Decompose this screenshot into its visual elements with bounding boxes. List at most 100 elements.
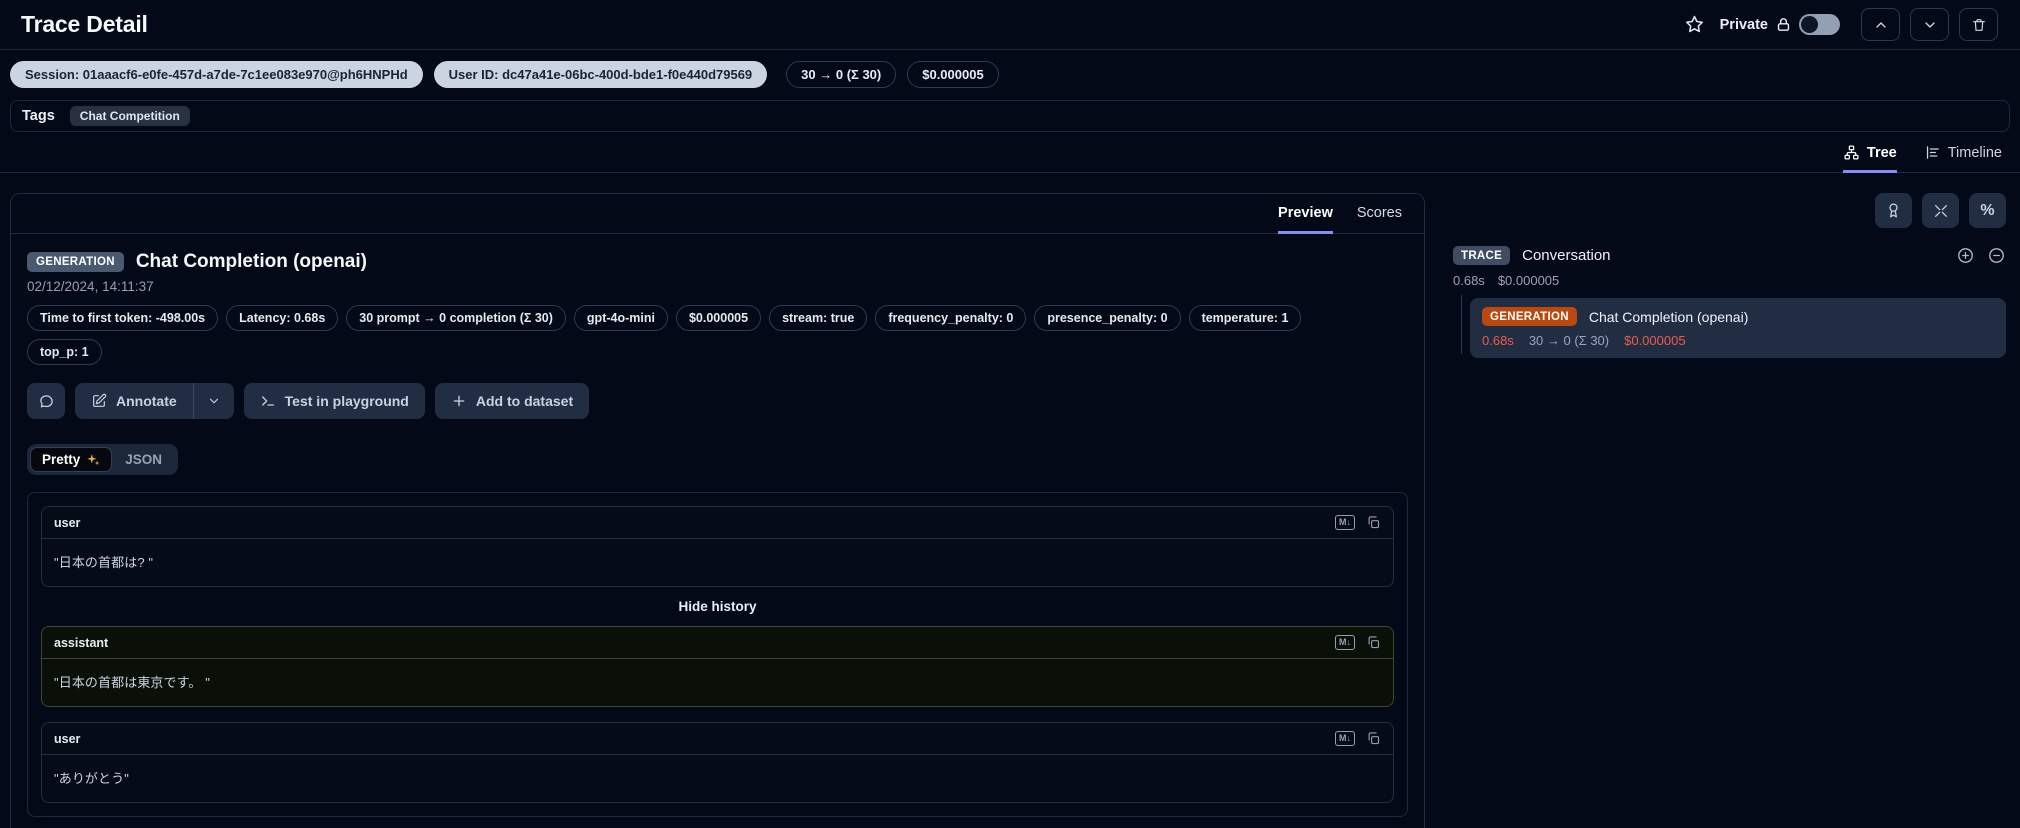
generation-name: Chat Completion (openai)	[1588, 308, 1749, 325]
collapse-all-button[interactable]	[1922, 193, 1959, 228]
plus-circle-icon	[1956, 246, 1975, 265]
message-header: user M↓	[42, 507, 1393, 539]
trace-metrics: 0.68s $0.000005	[1453, 273, 2006, 288]
message-header: assistant M↓	[42, 627, 1393, 659]
next-trace-button[interactable]	[1910, 8, 1949, 41]
star-icon	[1684, 14, 1705, 35]
message-block-assistant: assistant M↓ "日本の首都は東京です。 "	[41, 626, 1394, 707]
copy-icon	[1366, 731, 1381, 746]
comments-button[interactable]	[27, 383, 65, 419]
annotate-split-button: Annotate	[75, 383, 234, 419]
privacy-toggle[interactable]	[1799, 14, 1840, 35]
toggle-scores-button[interactable]	[1875, 193, 1912, 228]
trace-type-badge: TRACE	[1453, 246, 1511, 265]
chevron-up-icon	[1873, 17, 1889, 33]
model-badge[interactable]: gpt-4o-mini	[573, 305, 668, 331]
tree-zoom-controls	[1956, 246, 2006, 265]
generation-type-badge: GENERATION	[27, 252, 124, 272]
plus-icon	[451, 393, 467, 409]
message-role: user	[54, 731, 81, 746]
trace-latency: 0.68s	[1453, 273, 1485, 288]
annotate-label: Annotate	[116, 393, 177, 409]
tree-children: GENERATION Chat Completion (openai) 0.68…	[1453, 295, 2006, 358]
json-toggle[interactable]: JSON	[112, 447, 175, 472]
markdown-toggle-icon[interactable]: M↓	[1335, 515, 1355, 530]
award-icon	[1885, 202, 1902, 219]
trash-icon	[1971, 17, 1987, 33]
privacy-control: Private	[1720, 14, 1840, 35]
delete-trace-button[interactable]	[1959, 8, 1998, 41]
top-bar-actions: Private	[1684, 8, 1998, 41]
trace-detail-page: Trace Detail Private Session: 01aaacf6-e…	[0, 0, 2020, 828]
generation-metrics: 0.68s 30 → 0 (Σ 30) $0.000005	[1482, 333, 1994, 348]
dataset-label: Add to dataset	[475, 393, 574, 409]
cost-badge: $0.000005	[675, 305, 762, 331]
session-badge[interactable]: Session: 01aaacf6-e0fe-457d-a7de-7c1ee08…	[10, 61, 423, 88]
trace-tree-sidebar: % TRACE Conversation 0.68s $0.000005 GEN…	[1453, 193, 2008, 828]
generation-latency: 0.68s	[1482, 333, 1514, 348]
trace-name[interactable]: Conversation	[1522, 247, 1610, 264]
message-header: user M↓	[42, 723, 1393, 755]
trace-nav-buttons	[1861, 8, 1998, 41]
tab-tree-label: Tree	[1866, 144, 1897, 161]
annotate-button[interactable]: Annotate	[75, 383, 193, 419]
tags-label: Tags	[22, 108, 55, 124]
playground-label: Test in playground	[284, 393, 409, 409]
top-bar: Trace Detail Private	[0, 0, 2020, 50]
observation-title-row: GENERATION Chat Completion (openai)	[27, 251, 1408, 273]
expand-node-button[interactable]	[1956, 246, 1975, 265]
message-block-user-2: user M↓ "ありがとう"	[41, 722, 1394, 803]
tab-scores[interactable]: Scores	[1357, 205, 1402, 234]
pretty-toggle[interactable]: Pretty	[30, 447, 113, 472]
trace-meta-row: Session: 01aaacf6-e0fe-457d-a7de-7c1ee08…	[0, 50, 2020, 98]
markdown-toggle-icon[interactable]: M↓	[1335, 731, 1355, 746]
test-in-playground-button[interactable]: Test in playground	[243, 383, 425, 419]
toggle-metrics-button[interactable]: %	[1969, 193, 2006, 228]
top-p-badge: top_p: 1	[27, 339, 102, 365]
toggle-knob	[1801, 16, 1818, 33]
add-to-dataset-button[interactable]: Add to dataset	[434, 383, 590, 419]
user-id-badge[interactable]: User ID: dc47a41e-06bc-400d-bde1-f0e440d…	[433, 61, 768, 88]
message-header-icons: M↓	[1335, 731, 1381, 746]
tab-timeline[interactable]: Timeline	[1924, 144, 2002, 173]
observation-title: Chat Completion (openai)	[135, 251, 367, 272]
latency-badge: Latency: 0.68s	[226, 305, 339, 331]
format-toggle: Pretty JSON	[27, 444, 179, 475]
observation-timestamp: 02/12/2024, 14:11:37	[27, 279, 154, 294]
tab-preview[interactable]: Preview	[1278, 205, 1333, 234]
bookmark-star-button[interactable]	[1684, 14, 1705, 35]
message-content: "日本の首都は? "	[54, 555, 154, 570]
copy-button[interactable]	[1366, 515, 1381, 530]
token-badge: 30 prompt → 0 completion (Σ 30)	[346, 305, 566, 331]
percent-icon: %	[1980, 201, 1995, 219]
trace-tree-root[interactable]: TRACE Conversation	[1453, 246, 2006, 265]
message-header-icons: M↓	[1335, 635, 1381, 650]
tag-chip[interactable]: Chat Competition	[69, 106, 190, 126]
markdown-toggle-icon[interactable]: M↓	[1335, 635, 1355, 650]
stream-badge: stream: true	[769, 305, 868, 331]
previous-trace-button[interactable]	[1861, 8, 1900, 41]
tab-tree[interactable]: Tree	[1842, 144, 1897, 173]
trace-cost: $0.000005	[1497, 273, 1560, 288]
sparkles-icon	[86, 453, 100, 467]
tree-item-generation[interactable]: GENERATION Chat Completion (openai) 0.68…	[1470, 298, 2006, 358]
hide-history-link[interactable]: Hide history	[41, 599, 1394, 614]
content-area: Preview Scores GENERATION Chat Completio…	[0, 173, 2020, 828]
message-header-icons: M↓	[1335, 515, 1381, 530]
annotate-dropdown-button[interactable]	[194, 383, 234, 419]
observation-panel: Preview Scores GENERATION Chat Completio…	[10, 193, 1425, 828]
privacy-label: Private	[1719, 16, 1768, 33]
observation-badges: Time to first token: -498.00s Latency: 0…	[27, 305, 1377, 365]
sidebar-actions: %	[1453, 193, 2006, 228]
collapse-icon	[1933, 203, 1949, 219]
terminal-icon	[260, 393, 276, 409]
copy-button[interactable]	[1366, 731, 1381, 746]
generation-row: GENERATION Chat Completion (openai)	[1482, 307, 1994, 326]
timeline-icon	[1924, 144, 1941, 161]
copy-icon	[1366, 635, 1381, 650]
collapse-node-button[interactable]	[1987, 246, 2006, 265]
copy-button[interactable]	[1366, 635, 1381, 650]
lock-icon	[1775, 16, 1792, 33]
presence-penalty-badge: presence_penalty: 0	[1034, 305, 1181, 331]
tree-icon	[1843, 144, 1860, 161]
